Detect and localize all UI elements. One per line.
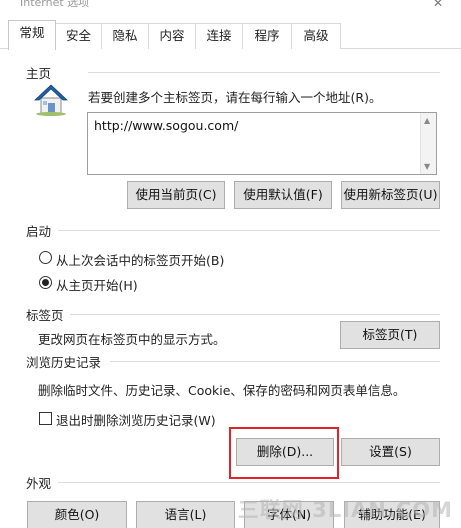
tab-security[interactable]: 安全 — [55, 23, 102, 49]
history-settings-button[interactable]: 设置(S) — [341, 438, 440, 466]
tab-privacy[interactable]: 隐私 — [101, 23, 149, 49]
use-new-tab-button[interactable]: 使用新标签页(U) — [341, 181, 440, 209]
tab-strip: 常规 安全 隐私 内容 连接 程序 高级 — [0, 18, 461, 50]
tab-advanced[interactable]: 高级 — [291, 23, 341, 49]
title-bar: Internet 选项 ✕ — [0, 0, 461, 18]
tab-programs[interactable]: 程序 — [242, 23, 292, 49]
scroll-up-icon[interactable]: ▲ — [424, 116, 430, 125]
tabs-group-label: 标签页 — [26, 308, 64, 323]
tab-general[interactable]: 常规 — [8, 20, 56, 50]
tabs-button[interactable]: 标签页(T) — [340, 321, 440, 349]
languages-button[interactable]: 语言(L) — [136, 501, 235, 528]
tabs-divider — [70, 314, 440, 315]
home-divider — [88, 72, 440, 73]
radio-start-home[interactable] — [39, 276, 52, 289]
delete-on-exit-label: 退出时删除浏览历史记录(W) — [56, 413, 216, 428]
last-session-label: 从上次会话中的标签页开始(B) — [56, 253, 225, 268]
home-url-value: http://www.sogou.com/ — [94, 118, 239, 133]
history-description: 删除临时文件、历史记录、Cookie、保存的密码和网页表单信息。 — [38, 383, 406, 398]
history-divider — [110, 361, 440, 362]
scroll-down-icon[interactable]: ▼ — [424, 162, 430, 171]
tabs-description: 更改网页在标签页中的显示方式。 — [38, 332, 226, 347]
tab-connections[interactable]: 连接 — [195, 23, 243, 49]
startup-group-label: 启动 — [26, 224, 52, 239]
delete-history-button[interactable]: 删除(D)... — [236, 438, 334, 466]
startup-divider — [58, 230, 440, 231]
window-title: Internet 选项 — [20, 0, 90, 9]
start-home-label: 从主页开始(H) — [56, 278, 138, 293]
tab-content[interactable]: 内容 — [148, 23, 196, 49]
appearance-divider — [58, 482, 440, 483]
use-current-button[interactable]: 使用当前页(C) — [127, 181, 225, 209]
textarea-scrollbar[interactable]: ▲ ▼ — [420, 113, 436, 174]
radio-last-session[interactable] — [39, 251, 52, 264]
colors-button[interactable]: 颜色(O) — [27, 501, 127, 528]
house-icon — [32, 82, 70, 116]
delete-on-exit-checkbox[interactable] — [39, 412, 52, 425]
home-page-urls-input[interactable]: http://www.sogou.com/ ▲ ▼ — [87, 112, 437, 175]
watermark: 三联网 3LIAN.COM — [237, 498, 453, 522]
home-group-label: 主页 — [26, 66, 52, 81]
home-description: 若要创建多个主标签页，请在每行输入一个地址(R)。 — [88, 90, 382, 105]
close-icon[interactable]: ✕ — [433, 0, 443, 10]
history-group-label: 浏览历史记录 — [26, 355, 102, 370]
appearance-group-label: 外观 — [26, 476, 52, 491]
use-default-button[interactable]: 使用默认值(F) — [234, 181, 332, 209]
